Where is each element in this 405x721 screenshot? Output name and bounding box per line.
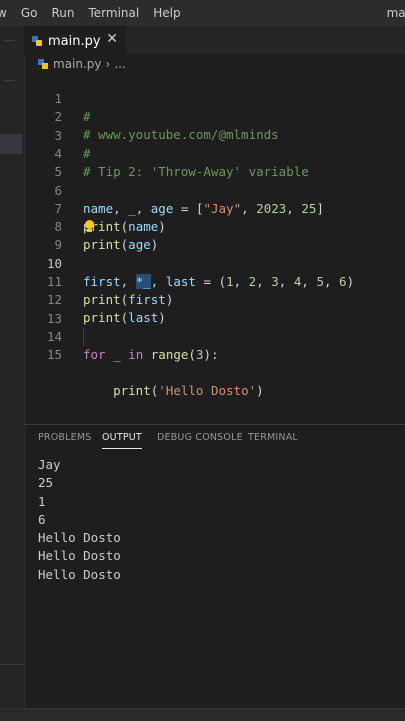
code-line: 14 for _ in range(3): bbox=[24, 310, 405, 362]
sidebar-divider bbox=[4, 40, 14, 41]
breadcrumb: main.py › ... bbox=[24, 54, 405, 74]
python-file-icon bbox=[32, 36, 42, 46]
tab-terminal[interactable]: TERMINAL bbox=[248, 432, 298, 443]
breadcrumb-separator: › bbox=[105, 57, 111, 71]
code-line: 5 bbox=[24, 145, 405, 179]
code-line: 11 print(first) bbox=[24, 255, 405, 307]
python-file-icon bbox=[38, 59, 48, 69]
output-line: 1 bbox=[38, 493, 46, 509]
output-line: 6 bbox=[38, 511, 46, 527]
code-text: for _ in range(3): bbox=[83, 346, 219, 362]
lightbulb-icon[interactable] bbox=[84, 218, 96, 236]
code-line: 8 print(age) bbox=[24, 200, 405, 252]
tab-debug-console[interactable]: DEBUG CONSOLE bbox=[157, 432, 243, 443]
menu-item-view[interactable]: w bbox=[0, 6, 14, 20]
output-line: Hello Dosto bbox=[38, 530, 121, 546]
code-line-active: 10 first, *_, last = (1, 2, 3, 4, 5, 6) bbox=[24, 237, 405, 289]
code-line: 12 print(last) bbox=[24, 273, 405, 325]
sidebar-divider bbox=[0, 664, 24, 665]
menu-bar: w Go Run Terminal Help mai bbox=[0, 0, 405, 26]
code-line: 9 bbox=[24, 218, 405, 252]
panel-tab-bar: PROBLEMS OUTPUT DEBUG CONSOLE TERMINAL bbox=[24, 432, 405, 452]
code-line: 15 print('Hello Dosto') bbox=[24, 328, 405, 398]
output-line: Jay bbox=[38, 457, 61, 472]
code-editor[interactable]: 1 # 2 # www.youtube.com/@mlminds 3 # 4 #… bbox=[24, 72, 405, 424]
code-line: 4 # Tip 2: 'Throw-Away' variable bbox=[24, 127, 405, 179]
sidebar-strip bbox=[0, 26, 25, 720]
output-line: Hello Dosto bbox=[38, 566, 121, 582]
code-line: 2 # www.youtube.com/@mlminds bbox=[24, 90, 405, 142]
tab-output[interactable]: OUTPUT bbox=[102, 432, 142, 449]
code-text: print('Hello Dosto') bbox=[113, 383, 264, 399]
sidebar-selected-item[interactable] bbox=[0, 134, 22, 154]
status-bar bbox=[0, 708, 405, 721]
editor-tab-bar: main.py ✕ bbox=[24, 26, 405, 55]
output-line: Hello Dosto bbox=[38, 548, 121, 564]
menu-item-help[interactable]: Help bbox=[146, 6, 187, 20]
breadcrumb-more[interactable]: ... bbox=[114, 57, 125, 71]
code-line: 13 bbox=[24, 292, 405, 326]
code-line: 7 print(name) bbox=[24, 182, 405, 234]
tab-label: main.py bbox=[48, 33, 101, 49]
panel-divider bbox=[24, 424, 405, 425]
output-line: 25 bbox=[38, 475, 54, 491]
tab-main-py[interactable]: main.py ✕ bbox=[24, 26, 126, 55]
line-number: 15 bbox=[46, 347, 62, 363]
sidebar-divider bbox=[4, 80, 14, 81]
close-icon[interactable]: ✕ bbox=[106, 31, 118, 47]
menu-item-terminal[interactable]: Terminal bbox=[81, 6, 146, 20]
code-line: 1 # bbox=[24, 72, 405, 124]
menu-item-go[interactable]: Go bbox=[14, 6, 45, 20]
menu-item-run[interactable]: Run bbox=[44, 6, 81, 20]
output-console[interactable]: Jay 25 1 6 Hello Dosto Hello Dosto Hello… bbox=[38, 456, 398, 584]
tab-problems[interactable]: PROBLEMS bbox=[38, 432, 91, 443]
breadcrumb-file[interactable]: main.py bbox=[53, 57, 102, 71]
window-title: mai bbox=[386, 6, 405, 20]
code-line: 3 # bbox=[24, 109, 405, 161]
indent-guide bbox=[83, 328, 84, 347]
code-line: 6 name, _, age = ["Jay", 2023, 25] bbox=[24, 164, 405, 216]
